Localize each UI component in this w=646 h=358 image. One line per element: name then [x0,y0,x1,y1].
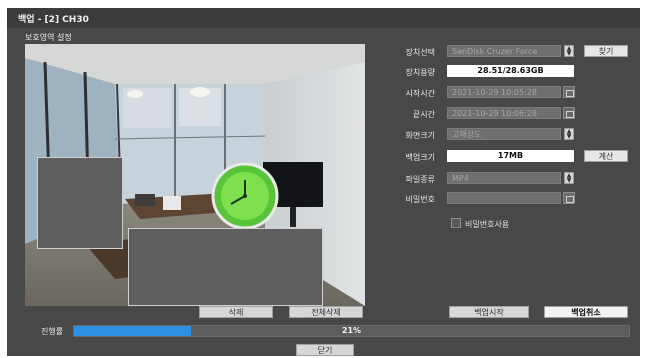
start-calendar-icon[interactable] [563,86,575,98]
file-type-label: 파일종류 [405,175,435,184]
password-label: 비밀번호 [405,195,435,204]
start-backup-button[interactable]: 백업시작 [449,306,529,318]
calculate-button[interactable]: 계산 [584,150,628,162]
backup-size-label: 백업크기 [405,153,435,162]
progress-label: 진행률 [41,327,64,336]
privacy-area-label: 보호영역 설정 [25,33,72,42]
end-time-label: 끝시간 [412,110,435,119]
camera-preview[interactable] [25,44,365,306]
title-bar: 백업 - [2] CH30 [7,8,640,28]
progress-percent: 21% [341,326,362,335]
progress-bar: 21% [73,325,630,337]
find-button[interactable]: 찾기 [584,45,628,57]
use-password-checkbox[interactable] [451,218,461,228]
backup-size-value: 17MB [447,150,574,162]
delete-all-button[interactable]: 전체삭제 [289,306,363,318]
use-password-label: 비밀번호사용 [465,220,510,229]
capacity-label: 장치용량 [405,68,435,77]
end-calendar-icon[interactable] [563,107,575,119]
delete-button[interactable]: 삭제 [199,306,273,318]
backup-dialog: 백업 - [2] CH30 보호영역 설정 장치선택 SanDisk Cruze… [7,8,640,356]
screen-size-label: 화면크기 [405,131,435,140]
cancel-backup-button[interactable]: 백업취소 [544,306,628,318]
file-type-select[interactable]: MP4 [447,172,561,184]
password-field[interactable] [447,192,561,204]
device-select-label: 장치선택 [405,48,435,57]
end-time-field[interactable]: 2021-10-29 10:06:28 [447,107,561,119]
screen-size-select[interactable]: 고해상도 [447,128,561,140]
screen-size-spinner[interactable]: ▲ ▼ [564,128,574,140]
keyboard-icon[interactable] [563,192,575,204]
start-time-field[interactable]: 2021-10-29 10:05:28 [447,86,561,98]
capacity-value: 28.51/28.63GB [447,65,574,77]
privacy-mask-bottom[interactable] [128,228,323,306]
device-select-spinner[interactable]: ▲ ▼ [564,45,574,57]
privacy-mask-left[interactable] [37,157,123,249]
start-time-label: 시작시간 [405,89,435,98]
close-button[interactable]: 닫기 [296,344,354,356]
dialog-title: 백업 - [2] CH30 [18,15,89,25]
file-type-spinner[interactable]: ▲ ▼ [564,172,574,184]
device-select[interactable]: SanDisk Cruzer Force [447,45,561,57]
